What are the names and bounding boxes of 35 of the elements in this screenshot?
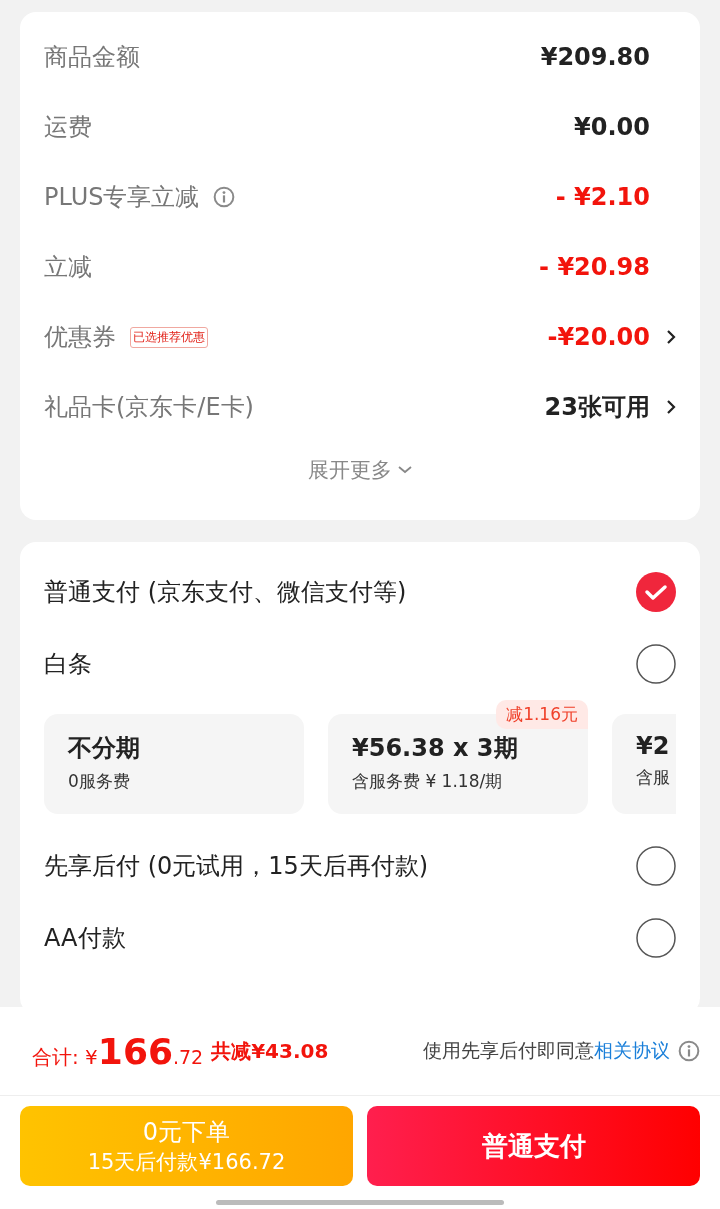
row-value: ¥209.80 <box>540 43 650 71</box>
row-label: PLUS专享立减 <box>44 182 200 213</box>
payment-option-label[interactable]: 普通支付 (京东支付、微信支付等) <box>44 576 407 608</box>
saved-amount: 共减¥43.08 <box>211 1037 329 1065</box>
info-icon[interactable] <box>678 1040 700 1062</box>
total-price: 合计: ¥166.72 <box>32 1030 204 1072</box>
row-label: 立减 <box>44 252 92 283</box>
discount-badge: 减1.16元 <box>496 700 588 729</box>
agreement-link[interactable]: 相关协议 <box>594 1039 670 1061</box>
row-label: 优惠券 <box>44 322 116 353</box>
row-value: 23张可用 <box>544 392 650 423</box>
expand-more-button[interactable]: 展开更多 <box>308 456 412 484</box>
payment-option-label[interactable]: AA付款 <box>44 922 126 954</box>
chevron-down-icon <box>398 466 412 474</box>
recommended-tag: 已选推荐优惠 <box>130 326 208 348</box>
row-value: -¥20.00 <box>547 323 650 351</box>
radio-button[interactable] <box>636 846 676 886</box>
row-label: 礼品卡(京东卡/E卡) <box>44 392 254 423</box>
radio-button[interactable] <box>636 918 676 958</box>
pay-button[interactable]: 普通支付 <box>367 1106 700 1186</box>
row-label: 商品金额 <box>44 42 140 73</box>
row-label: 运费 <box>44 112 92 143</box>
installment-option[interactable]: ¥2 含服 <box>612 714 676 814</box>
chevron-right-icon[interactable] <box>666 399 676 415</box>
row-value: ¥0.00 <box>574 113 650 141</box>
info-icon[interactable] <box>213 186 236 208</box>
row-value: - ¥20.98 <box>539 253 650 281</box>
agreement-text: 使用先享后付即同意相关协议 <box>423 1038 670 1063</box>
radio-checked[interactable] <box>636 572 676 612</box>
payment-option-label[interactable]: 先享后付 (0元试用，15天后再付款) <box>44 850 429 882</box>
chevron-right-icon[interactable] <box>666 329 676 345</box>
payment-option-label[interactable]: 白条 <box>44 648 92 680</box>
row-value: - ¥2.10 <box>555 183 650 211</box>
installment-option[interactable]: 不分期 0服务费 <box>44 714 304 814</box>
radio-button[interactable] <box>636 644 676 684</box>
